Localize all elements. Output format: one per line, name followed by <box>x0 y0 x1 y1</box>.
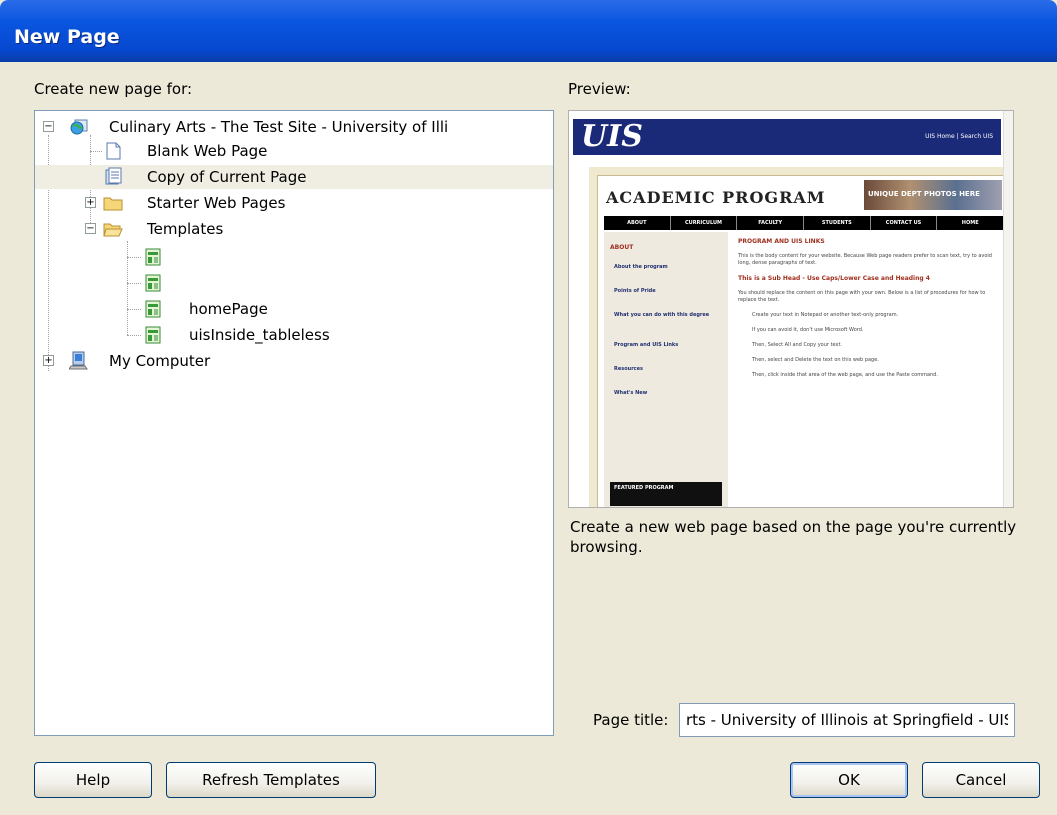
tree-node-template-uisinside[interactable]: uisInside_tableless <box>39 323 549 347</box>
preview-sidebar: ABOUT About the program Points of Pride … <box>604 232 728 507</box>
cancel-button[interactable]: Cancel <box>922 762 1040 798</box>
preview-description: Create a new web page based on the page … <box>570 518 1017 556</box>
page-title-input[interactable] <box>679 703 1015 737</box>
preview-main-heading: PROGRAM AND UIS LINKS <box>738 238 825 245</box>
expand-icon[interactable]: + <box>85 197 96 208</box>
title-bar[interactable]: New Page <box>0 0 1057 62</box>
tree-node-label: Blank Web Page <box>147 142 268 160</box>
preview-top-links: UIS Home | Search UIS <box>925 133 993 140</box>
tree-node-label: uisInside_tableless <box>189 326 330 344</box>
page-title-label: Page title: <box>593 711 669 729</box>
preview-nav-item: CONTACT US <box>871 216 938 230</box>
location-tree[interactable]: − Culinary Arts - The Test Site - Univer… <box>34 110 554 736</box>
folder-open-icon <box>103 223 123 237</box>
preview-logo: UIS <box>581 119 643 154</box>
preview-nav: ABOUT CURRICULUM FACULTY STUDENTS CONTAC… <box>604 216 1005 230</box>
web-site-icon <box>70 119 88 135</box>
collapse-icon[interactable]: − <box>85 223 96 234</box>
preview-bullet: Then, select and Delete the text on this… <box>752 357 879 363</box>
preview-body: ACADEMIC PROGRAM UNIQUE DEPT PHOTOS HERE… <box>589 167 1009 507</box>
preview-main-text: This is the body content for your websit… <box>738 253 992 266</box>
preview-photo-text: UNIQUE DEPT PHOTOS HERE <box>868 190 980 198</box>
preview-pane: UIS UIS Home | Search UIS ACADEMIC PROGR… <box>568 110 1014 508</box>
help-button[interactable]: Help <box>34 762 152 798</box>
tree-node-template[interactable] <box>39 271 549 295</box>
window-title: New Page <box>14 26 120 48</box>
tree-node-label: Templates <box>147 220 224 238</box>
preview-sub-heading: This is a Sub Head - Use Caps/Lower Case… <box>738 275 930 282</box>
tree-node-blank-page[interactable]: Blank Web Page <box>39 139 549 163</box>
preview-main-text: You should replace the content on this p… <box>738 290 986 303</box>
preview-side-item: Program and UIS Links <box>614 342 679 348</box>
tree-node-template-homepage[interactable]: homePage <box>39 297 549 321</box>
preview-bullet: Then, click inside that area of the web … <box>752 372 938 378</box>
preview-featured-label: FEATURED PROGRAM <box>614 485 674 491</box>
preview-nav-item: FACULTY <box>737 216 805 230</box>
preview-heading: ACADEMIC PROGRAM <box>606 188 826 207</box>
folder-icon <box>103 197 123 211</box>
preview-bullet: If you can avoid it, don't use Microsoft… <box>752 327 864 333</box>
preview-side-item: Resources <box>614 366 644 372</box>
tree-node-copy-current[interactable]: Copy of Current Page <box>35 165 553 189</box>
preview-featured-box: FEATURED PROGRAM <box>610 482 722 506</box>
preview-scrollbar[interactable] <box>1003 111 1013 507</box>
preview-side-heading: ABOUT <box>610 244 634 251</box>
copy-page-icon <box>105 167 122 185</box>
preview-side-item: Points of Pride <box>614 288 656 294</box>
tree-node-my-computer[interactable]: + My Computer <box>39 349 549 373</box>
tree-node-starter[interactable]: + Starter Web Pages <box>39 191 549 215</box>
ok-button[interactable]: OK <box>790 762 908 798</box>
computer-icon <box>69 351 88 370</box>
template-icon <box>145 274 161 292</box>
preview-label: Preview: <box>568 80 631 98</box>
tree-node-template[interactable] <box>39 245 549 269</box>
preview-side-item: About the program <box>614 264 668 270</box>
tree-node-site[interactable]: − Culinary Arts - The Test Site - Univer… <box>39 115 549 139</box>
preview-photo-banner: UNIQUE DEPT PHOTOS HERE <box>864 180 1002 210</box>
template-icon <box>145 248 161 266</box>
preview-bullet: Then, Select All and Copy your text. <box>752 342 843 348</box>
preview-side-item: What's New <box>614 390 648 396</box>
preview-header: UIS UIS Home | Search UIS <box>573 119 1001 155</box>
create-for-label: Create new page for: <box>34 80 193 98</box>
preview-nav-item: CURRICULUM <box>671 216 738 230</box>
tree-node-label: Copy of Current Page <box>147 168 307 186</box>
tree-node-label: Culinary Arts - The Test Site - Universi… <box>109 118 449 136</box>
template-icon <box>145 326 161 344</box>
preview-card: ACADEMIC PROGRAM UNIQUE DEPT PHOTOS HERE… <box>597 175 1009 507</box>
preview-main: PROGRAM AND UIS LINKS This is the body c… <box>738 238 1000 387</box>
tree-node-label: My Computer <box>109 352 211 370</box>
refresh-templates-button[interactable]: Refresh Templates <box>166 762 376 798</box>
blank-page-icon <box>106 142 121 160</box>
tree-node-label: homePage <box>189 300 268 318</box>
expand-icon[interactable]: + <box>43 355 54 366</box>
collapse-icon[interactable]: − <box>43 121 54 132</box>
tree-node-templates[interactable]: − Templates <box>39 217 549 241</box>
preview-bullet: Create your text in Notepad or another t… <box>752 312 899 318</box>
tree-node-label: Starter Web Pages <box>147 194 286 212</box>
preview-nav-item: STUDENTS <box>804 216 871 230</box>
template-icon <box>145 300 161 318</box>
preview-side-item: What you can do with this degree <box>614 312 710 318</box>
new-page-dialog: New Page Create new page for: − Culinary… <box>0 0 1057 815</box>
preview-nav-item: ABOUT <box>604 216 671 230</box>
preview-nav-item: HOME <box>937 216 1005 230</box>
